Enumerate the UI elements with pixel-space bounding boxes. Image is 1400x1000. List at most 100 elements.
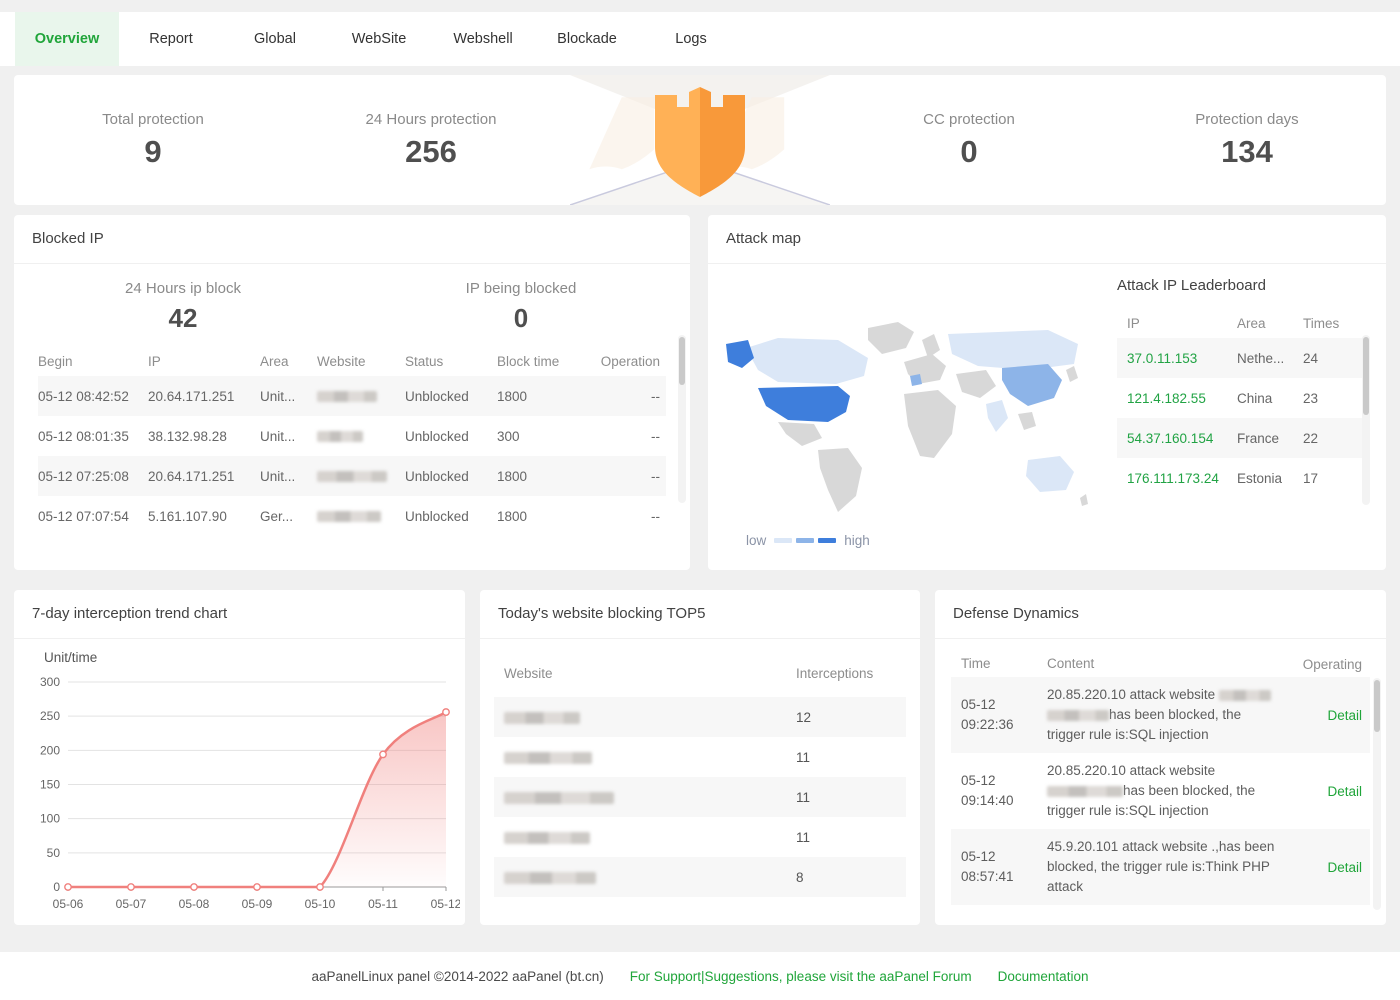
dynamics-row: 05-1209:14:4020.85.220.10 attack website… — [951, 753, 1370, 829]
cell-ip-link[interactable]: 54.37.160.154 — [1127, 431, 1237, 446]
cell-time: 05-1208:57:41 — [961, 847, 1047, 887]
cell-operating: Detail — [1279, 784, 1370, 799]
map-china — [1002, 364, 1062, 406]
map-africa — [904, 390, 956, 458]
legend-swatch-low — [774, 538, 792, 543]
redacted-text — [317, 391, 377, 402]
cell-begin: 05-12 07:07:54 — [38, 509, 148, 524]
scrollbar — [1373, 678, 1381, 910]
cell-time: 05-1209:14:40 — [961, 771, 1047, 811]
trend-title: 7-day interception trend chart — [14, 590, 465, 639]
cell-website — [317, 389, 405, 404]
attack-map-title: Attack map — [708, 215, 1386, 264]
tab-website[interactable]: WebSite — [327, 12, 431, 66]
stat-item: CC protection0 — [830, 111, 1108, 170]
scrollbar-thumb[interactable] — [679, 337, 685, 385]
redacted-text — [1219, 690, 1271, 701]
cell-begin: 05-12 08:01:35 — [38, 429, 148, 444]
x-tick-label: 05-07 — [116, 897, 147, 911]
redacted-text — [504, 752, 592, 764]
data-point — [317, 884, 323, 890]
cell-times: 22 — [1303, 431, 1363, 446]
tab-overview[interactable]: Overview — [15, 12, 119, 66]
tab-blockade[interactable]: Blockade — [535, 12, 639, 66]
cell-status: Unblocked — [405, 469, 497, 484]
y-tick-label: 300 — [40, 675, 60, 689]
stat-label: CC protection — [830, 111, 1108, 128]
cell-ip-link[interactable]: 37.0.11.153 — [1127, 351, 1237, 366]
map-south-america — [818, 448, 862, 512]
cell-interceptions: 11 — [796, 750, 906, 765]
dynamics-row: 05-1208:57:4145.9.20.101 attack website … — [951, 829, 1370, 905]
y-tick-label: 0 — [53, 880, 60, 894]
scrollbar-thumb[interactable] — [1363, 337, 1369, 415]
cell-status: Unblocked — [405, 389, 497, 404]
redacted-text — [317, 431, 363, 442]
redacted-text — [504, 832, 590, 844]
legend-swatch-mid — [796, 538, 814, 543]
table-header-row: IPAreaTimes — [1117, 308, 1363, 338]
support-forum-link[interactable]: For Support|Suggestions, please visit th… — [630, 969, 972, 984]
map-greenland — [868, 322, 914, 354]
cell-content: 45.9.20.101 attack website .,has been bl… — [1047, 837, 1279, 897]
column-header: Area — [1237, 316, 1303, 331]
table-header-row: WebsiteInterceptions — [494, 653, 906, 693]
cell-area: Unit... — [260, 469, 317, 484]
documentation-link[interactable]: Documentation — [998, 969, 1089, 984]
trend-chart: 05010015020025030005-0605-0705-0805-0905… — [20, 668, 460, 920]
x-tick-label: 05-12 — [431, 897, 460, 911]
stats-left-group: Total protection924 Hours protection256 — [14, 111, 570, 170]
attack-ip-leaderboard: Attack IP Leaderboard IPAreaTimes37.0.11… — [1117, 277, 1363, 498]
detail-link[interactable]: Detail — [1327, 784, 1362, 799]
cell-ip: 38.132.98.28 — [148, 429, 260, 444]
top5-table: WebsiteInterceptions 12 11 11 11 8 — [480, 653, 920, 897]
top5-row: 12 — [494, 697, 906, 737]
leaderboard-row: 176.111.173.24Estonia17 — [1117, 458, 1363, 498]
map-new-zealand — [1080, 494, 1088, 506]
map-alaska — [726, 340, 754, 368]
cell-ip: 5.161.107.90 — [148, 509, 260, 524]
cell-website — [317, 469, 405, 484]
y-tick-label: 200 — [40, 743, 60, 757]
waf-overview-page: OverviewReportGlobalWebSiteWebshellBlock… — [0, 0, 1400, 1000]
time-date: 05-12 — [961, 847, 1047, 867]
summary-label: IP being blocked — [352, 280, 690, 297]
cell-interceptions: 12 — [796, 710, 906, 725]
column-header: Area — [260, 354, 317, 369]
cell-area: Nethe... — [1237, 351, 1303, 366]
tab-webshell[interactable]: Webshell — [431, 12, 535, 66]
cell-area: France — [1237, 431, 1303, 446]
cell-interceptions: 11 — [796, 790, 906, 805]
cell-website — [504, 710, 796, 725]
top5-row: 11 — [494, 817, 906, 857]
summary-24h-ip-block: 24 Hours ip block 42 — [14, 280, 352, 334]
world-map — [718, 310, 1098, 520]
tab-report[interactable]: Report — [119, 12, 223, 66]
y-tick-label: 50 — [47, 846, 61, 860]
map-france — [910, 374, 922, 386]
detail-link[interactable]: Detail — [1327, 708, 1362, 723]
y-tick-label: 250 — [40, 709, 60, 723]
cell-area: China — [1237, 391, 1303, 406]
cell-times: 23 — [1303, 391, 1363, 406]
redacted-text — [504, 712, 580, 724]
scrollbar-thumb[interactable] — [1374, 680, 1380, 732]
column-header: Times — [1303, 316, 1363, 331]
redacted-text — [504, 792, 614, 804]
tab-global[interactable]: Global — [223, 12, 327, 66]
data-point — [128, 884, 134, 890]
tab-logs[interactable]: Logs — [639, 12, 743, 66]
cell-times: 24 — [1303, 351, 1363, 366]
cell-website — [504, 750, 796, 765]
cell-ip-link[interactable]: 176.111.173.24 — [1127, 471, 1237, 486]
cell-interceptions: 8 — [796, 870, 906, 885]
map-australia — [1026, 456, 1074, 492]
detail-link[interactable]: Detail — [1327, 860, 1362, 875]
cell-ip-link[interactable]: 121.4.182.55 — [1127, 391, 1237, 406]
map-canada — [746, 338, 868, 384]
blocked-ip-table: BeginIPAreaWebsiteStatusBlock timeOperat… — [38, 346, 666, 536]
leaderboard-row: 54.37.160.154France22 — [1117, 418, 1363, 458]
top5-title: Today's website blocking TOP5 — [480, 590, 920, 639]
legend-swatch-high — [818, 538, 836, 543]
blocked-ip-card: Blocked IP 24 Hours ip block 42 IP being… — [14, 215, 690, 570]
